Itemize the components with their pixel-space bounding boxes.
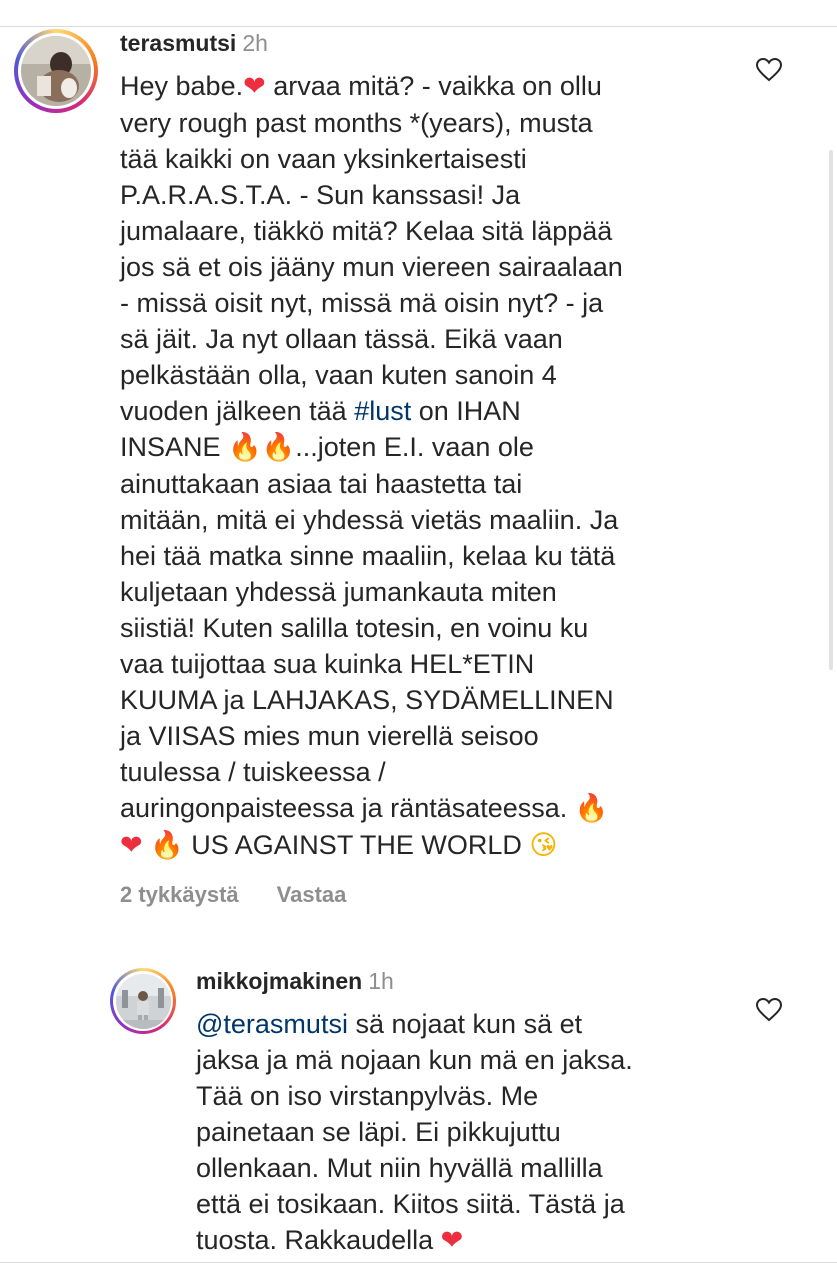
likes-count[interactable]: 2 tykkäystä xyxy=(120,882,239,907)
comment-line: INSANE 🔥🔥...joten E.I. vaan ole xyxy=(120,429,760,466)
text-segment: - missä oisit nyt, missä mä oisin nyt? -… xyxy=(120,288,604,318)
text-segment: kuljetaan yhdessä jumankauta miten xyxy=(120,577,557,607)
heart-outline-icon[interactable] xyxy=(756,58,782,82)
comment-line: tuulessa / tuiskeessa / xyxy=(120,754,760,790)
comment-line: KUUMA ja LAHJAKAS, SYDÄMELLINEN xyxy=(120,682,760,718)
reply-button[interactable]: Vastaa xyxy=(277,882,347,907)
comment-line: jumalaare, tiäkkö mitä? Kelaa sitä läppä… xyxy=(120,213,760,249)
comment-line: Tää on iso virstanpylväs. Me xyxy=(196,1078,756,1114)
comment-line: hei tää matka sinne maaliin, kelaa ku tä… xyxy=(120,538,760,574)
text-segment: ...joten E.I. vaan ole xyxy=(295,432,534,462)
comment-line: vaa tuijottaa sua kuinka HEL*ETIN xyxy=(120,646,760,682)
comment-line: Hey babe.❤ arvaa mitä? - vaikka on ollu xyxy=(120,68,760,105)
comment-text: @terasmutsi sä nojaat kun sä et jaksa ja … xyxy=(196,1006,756,1259)
fire-emoji-icon: 🔥 xyxy=(150,830,184,861)
comment-mikkojmakinen: mikkojmakinen 1h @terasmutsi sä nojaat ku… xyxy=(196,966,756,1259)
top-divider xyxy=(0,26,837,27)
comment-line: - missä oisit nyt, missä mä oisin nyt? -… xyxy=(120,285,760,321)
text-segment: ollenkaan. Mut niin hyvällä mallilla xyxy=(196,1153,603,1183)
avatar-mikkojmakinen[interactable] xyxy=(110,968,176,1034)
text-segment: tää kaikki on vaan yksinkertaisesti xyxy=(120,144,527,174)
text-segment: vuoden jälkeen tää xyxy=(120,396,355,426)
fire-emoji-icon: 🔥 xyxy=(574,793,609,824)
comment-terasmutsi: terasmutsi 2h Hey babe.❤ arvaa mitä? - va… xyxy=(120,28,760,908)
timestamp: 2h xyxy=(242,30,268,56)
username[interactable]: terasmutsi xyxy=(120,30,236,56)
text-segment: INSANE xyxy=(120,432,229,462)
timestamp: 1h xyxy=(368,968,394,994)
avatar-terasmutsi[interactable] xyxy=(14,29,98,113)
text-segment: auringonpaisteessa ja räntäsateessa. xyxy=(120,793,575,823)
text-segment: vaa tuijottaa sua kuinka HEL*ETIN xyxy=(120,649,535,679)
heart-outline-icon[interactable] xyxy=(756,998,782,1022)
text-segment: very rough past months *(years), musta xyxy=(120,108,593,138)
comment-line: kuljetaan yhdessä jumankauta miten xyxy=(120,574,760,610)
text-segment: painetaan se läpi. Ei pikkujuttu xyxy=(196,1117,561,1147)
text-segment: että ei tosikaan. Kiitos siitä. Tästä ja xyxy=(196,1189,625,1219)
comment-line: siistiä! Kuten salilla totesin, en voinu… xyxy=(120,610,760,646)
comment-line: ja VIISAS mies mun vierellä seisoo xyxy=(120,718,760,754)
text-segment: jos sä et ois jääny mun viereen sairaala… xyxy=(120,252,623,282)
comment-line: tää kaikki on vaan yksinkertaisesti xyxy=(120,141,760,177)
comment-line: @terasmutsi sä nojaat kun sä et xyxy=(196,1006,756,1042)
heart-emoji-icon: ❤ xyxy=(243,71,266,102)
text-segment: arvaa mitä? - vaikka on ollu xyxy=(265,71,602,101)
comment-actions: 2 tykkäystä Vastaa xyxy=(120,882,760,908)
text-segment: Tää on iso virstanpylväs. Me xyxy=(196,1081,539,1111)
comment-line: painetaan se läpi. Ei pikkujuttu xyxy=(196,1114,756,1150)
avatar-photo xyxy=(21,36,91,106)
text-segment: KUUMA ja LAHJAKAS, SYDÄMELLINEN xyxy=(120,685,614,715)
comment-header: terasmutsi 2h xyxy=(120,28,760,58)
avatar-photo xyxy=(115,973,171,1029)
comment-line: jaksa ja mä nojaan kun mä en jaksa. xyxy=(196,1042,756,1078)
text-segment: pelkästään olla, vaan kuten sanoin 4 xyxy=(120,360,557,390)
fire-emoji-icon: 🔥 xyxy=(228,432,262,463)
text-segment: hei tää matka sinne maaliin, kelaa ku tä… xyxy=(120,541,616,571)
text-segment: sä nojaat kun sä et xyxy=(347,1009,583,1039)
comment-line: ollenkaan. Mut niin hyvällä mallilla xyxy=(196,1150,756,1186)
text-segment: siistiä! Kuten salilla totesin, en voinu… xyxy=(120,613,589,643)
comment-line: sä jäit. Ja nyt ollaan tässä. Eikä vaan xyxy=(120,321,760,357)
comment-header: mikkojmakinen 1h xyxy=(196,966,756,996)
text-segment: ainuttakaan asiaa tai haastetta tai xyxy=(120,469,523,499)
text-segment: mitään, mitä ei yhdessä vietäs maaliin. … xyxy=(120,505,619,535)
comment-line: ainuttakaan asiaa tai haastetta tai xyxy=(120,466,760,502)
text-segment: tuulessa / tuiskeessa / xyxy=(120,757,386,787)
text-segment: jaksa ja mä nojaan kun mä en jaksa. xyxy=(196,1045,633,1075)
mention-link[interactable]: @terasmutsi xyxy=(196,1009,348,1039)
text-segment: tuosta. Rakkaudella xyxy=(196,1225,441,1255)
text-segment xyxy=(143,830,151,860)
hashtag-link[interactable]: #lust xyxy=(354,396,411,426)
kiss-emoji-icon: 😘 xyxy=(529,830,558,861)
text-segment: jumalaare, tiäkkö mitä? Kelaa sitä läppä… xyxy=(120,216,613,246)
comment-text: Hey babe.❤ arvaa mitä? - vaikka on ollu v… xyxy=(120,68,760,864)
heart-emoji-icon: ❤ xyxy=(440,1225,464,1256)
text-segment: on IHAN xyxy=(411,396,521,426)
comment-line: pelkästään olla, vaan kuten sanoin 4 xyxy=(120,357,760,393)
text-segment: US AGAINST THE WORLD xyxy=(183,830,530,860)
bottom-divider xyxy=(0,1262,837,1263)
comment-line: very rough past months *(years), musta xyxy=(120,105,760,141)
comment-line: P.A.R.A.S.T.A. - Sun kanssasi! Ja xyxy=(120,177,760,213)
fire-emoji-icon: 🔥 xyxy=(261,432,296,463)
text-segment: sä jäit. Ja nyt ollaan tässä. Eikä vaan xyxy=(120,324,563,354)
text-segment: ja VIISAS mies mun vierellä seisoo xyxy=(120,721,539,751)
comment-line: tuosta. Rakkaudella ❤ xyxy=(196,1222,756,1259)
comment-line: että ei tosikaan. Kiitos siitä. Tästä ja xyxy=(196,1186,756,1222)
comment-line: ❤ 🔥 US AGAINST THE WORLD 😘 xyxy=(120,827,760,864)
heart-emoji-icon: ❤ xyxy=(120,830,143,861)
scrollbar[interactable] xyxy=(829,150,833,670)
text-segment: P.A.R.A.S.T.A. - Sun kanssasi! Ja xyxy=(120,180,521,210)
text-segment: Hey babe. xyxy=(120,71,244,101)
comment-line: jos sä et ois jääny mun viereen sairaala… xyxy=(120,249,760,285)
comment-line: auringonpaisteessa ja räntäsateessa. 🔥 xyxy=(120,790,760,827)
comment-line: mitään, mitä ei yhdessä vietäs maaliin. … xyxy=(120,502,760,538)
comment-line: vuoden jälkeen tää #lust on IHAN xyxy=(120,393,760,429)
username[interactable]: mikkojmakinen xyxy=(196,968,362,994)
